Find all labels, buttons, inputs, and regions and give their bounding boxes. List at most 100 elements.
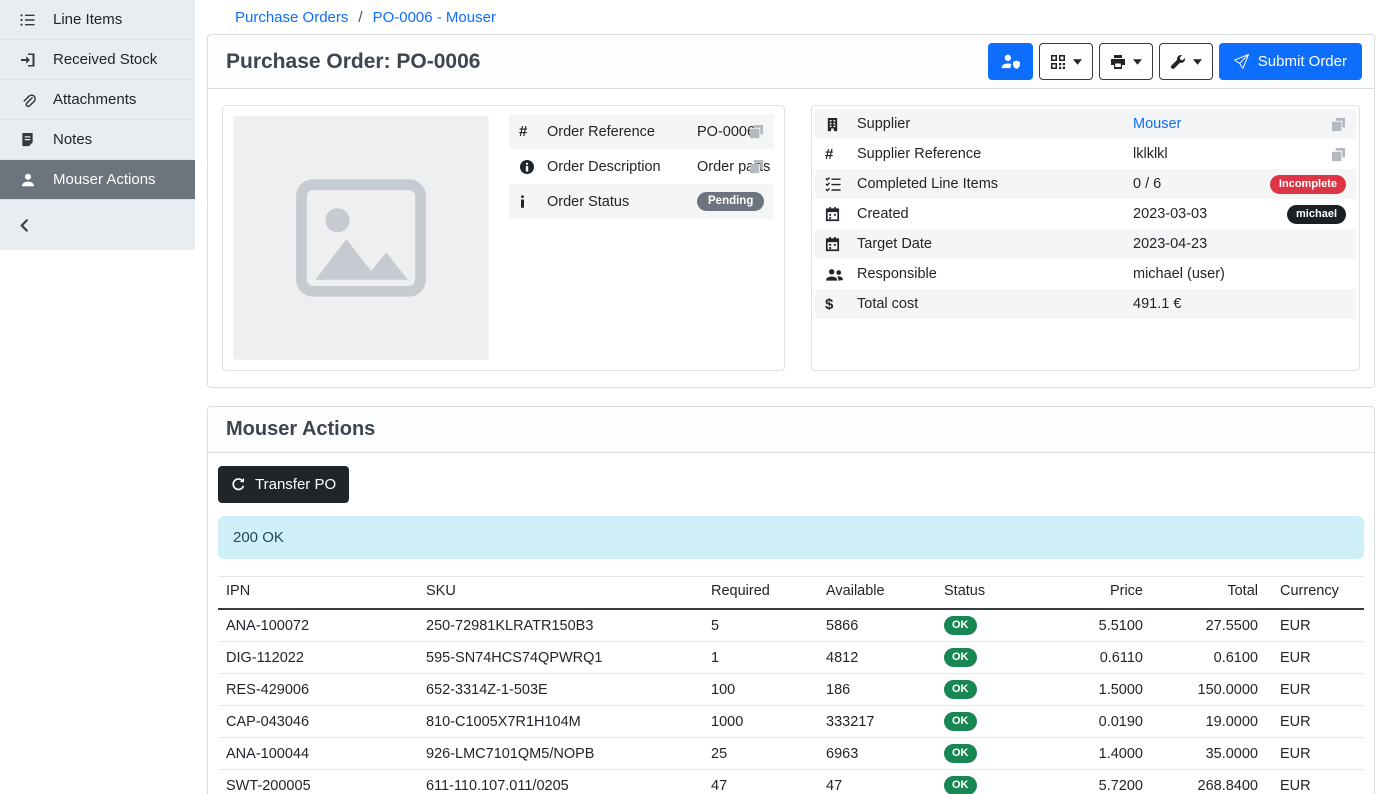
sidebar-item-label: Notes xyxy=(53,131,92,148)
cell-sku: 250-72981KLRATR150B3 xyxy=(418,609,703,642)
breadcrumb: Purchase Orders / PO-0006 - Mouser xyxy=(207,0,1375,34)
paper-plane-icon xyxy=(1234,54,1249,69)
transfer-po-button[interactable]: Transfer PO xyxy=(218,466,349,503)
purchase-order-header: Purchase Order: PO-0006 xyxy=(208,35,1374,89)
breadcrumb-current-order[interactable]: PO-0006 - Mouser xyxy=(373,9,496,26)
order-summary-table: # Order Reference PO-0006 Order Descript… xyxy=(509,114,774,219)
table-row: SWT-200005 611-110.107.011/0205 47 47 OK… xyxy=(218,770,1364,794)
detail-value: 2023-04-23 xyxy=(1133,236,1346,252)
cell-required: 100 xyxy=(703,674,818,706)
cell-status: OK xyxy=(936,674,1041,706)
mouser-actions-header: Mouser Actions xyxy=(208,407,1374,453)
incomplete-badge: Incomplete xyxy=(1270,175,1346,194)
cell-total: 150.0000 xyxy=(1151,674,1266,706)
cell-ipn: ANA-100072 xyxy=(218,609,418,642)
cell-available: 5866 xyxy=(818,609,936,642)
ok-badge: OK xyxy=(944,776,977,794)
chevron-left-icon xyxy=(17,218,32,233)
cell-currency: EUR xyxy=(1266,609,1364,642)
detail-label: Order Reference xyxy=(547,124,697,140)
sidebar-item-label: Mouser Actions xyxy=(53,171,156,188)
sidebar-collapse-button[interactable] xyxy=(0,200,195,250)
detail-row-total-cost: $ Total cost 491.1 € xyxy=(815,289,1356,319)
detail-label: Created xyxy=(857,206,1133,222)
header-available: Available xyxy=(818,577,936,610)
cell-price: 0.0190 xyxy=(1041,706,1151,738)
order-details: # Order Reference PO-0006 Order Descript… xyxy=(208,89,1374,387)
cell-ipn: ANA-100044 xyxy=(218,738,418,770)
detail-row-order-description: Order Description Order parts xyxy=(509,149,774,184)
detail-label: Supplier xyxy=(857,116,1133,132)
panel-title: Mouser Actions xyxy=(226,418,375,441)
printer-icon xyxy=(1110,54,1126,70)
cell-available: 47 xyxy=(818,770,936,794)
detail-label: Order Status xyxy=(547,194,697,210)
detail-row-supplier: Supplier Mouser xyxy=(815,109,1356,139)
cell-price: 1.5000 xyxy=(1041,674,1151,706)
ok-badge: OK xyxy=(944,616,977,635)
hash-icon: # xyxy=(825,146,857,163)
caret-down-icon xyxy=(1193,59,1202,65)
line-items-table: IPN SKU Required Available Status Price … xyxy=(218,576,1364,794)
cell-total: 35.0000 xyxy=(1151,738,1266,770)
table-header-row: IPN SKU Required Available Status Price … xyxy=(218,577,1364,610)
table-row: RES-429006 652-3314Z-1-503E 100 186 OK 1… xyxy=(218,674,1364,706)
copy-icon[interactable] xyxy=(749,124,764,139)
user-roles-button[interactable] xyxy=(988,43,1033,80)
copy-icon[interactable] xyxy=(1331,147,1346,162)
cell-available: 4812 xyxy=(818,642,936,674)
submit-order-label: Submit Order xyxy=(1258,53,1347,70)
user-icon xyxy=(20,172,38,188)
detail-value: 0 / 6 xyxy=(1133,176,1270,192)
calendar-icon xyxy=(825,237,857,252)
detail-label: Order Description xyxy=(547,159,697,175)
cell-sku: 810-C1005X7R1H104M xyxy=(418,706,703,738)
sidebar-item-label: Received Stock xyxy=(53,51,157,68)
submit-order-button[interactable]: Submit Order xyxy=(1219,43,1362,80)
main-content: Purchase Orders / PO-0006 - Mouser Purch… xyxy=(207,0,1375,794)
detail-label: Responsible xyxy=(857,266,1133,282)
transfer-po-label: Transfer PO xyxy=(255,476,336,493)
cell-currency: EUR xyxy=(1266,642,1364,674)
cell-currency: EUR xyxy=(1266,674,1364,706)
detail-row-target-date: Target Date 2023-04-23 xyxy=(815,229,1356,259)
sidebar: Line Items Received Stock Attachments No… xyxy=(0,0,195,250)
sidebar-item-attachments[interactable]: Attachments xyxy=(0,80,195,120)
list-icon xyxy=(20,12,38,28)
order-actions-button[interactable] xyxy=(1159,43,1213,80)
cell-sku: 595-SN74HCS74QPWRQ1 xyxy=(418,642,703,674)
table-row: DIG-112022 595-SN74HCS74QPWRQ1 1 4812 OK… xyxy=(218,642,1364,674)
caret-down-icon xyxy=(1133,59,1142,65)
detail-row-completed-line-items: Completed Line Items 0 / 6 Incomplete xyxy=(815,169,1356,199)
header-status: Status xyxy=(936,577,1041,610)
alert-text: 200 OK xyxy=(233,529,284,546)
sidebar-item-mouser-actions[interactable]: Mouser Actions xyxy=(0,160,195,200)
order-image-placeholder[interactable] xyxy=(233,116,489,360)
cell-available: 333217 xyxy=(818,706,936,738)
copy-icon[interactable] xyxy=(749,159,764,174)
detail-label: Target Date xyxy=(857,236,1133,252)
barcode-actions-button[interactable] xyxy=(1039,43,1093,80)
ok-badge: OK xyxy=(944,680,977,699)
sidebar-item-notes[interactable]: Notes xyxy=(0,120,195,160)
users-icon xyxy=(825,267,857,282)
supplier-link[interactable]: Mouser xyxy=(1133,116,1181,132)
mouser-actions-panel: Mouser Actions Transfer PO 200 OK IP xyxy=(207,406,1375,794)
breadcrumb-purchase-orders[interactable]: Purchase Orders xyxy=(235,9,348,26)
detail-row-responsible: Responsible michael (user) xyxy=(815,259,1356,289)
ok-badge: OK xyxy=(944,648,977,667)
cell-total: 27.5500 xyxy=(1151,609,1266,642)
page-title: Purchase Order: PO-0006 xyxy=(226,50,480,74)
sidebar-item-received-stock[interactable]: Received Stock xyxy=(0,40,195,80)
cell-status: OK xyxy=(936,609,1041,642)
cell-total: 0.6100 xyxy=(1151,642,1266,674)
detail-label: Completed Line Items xyxy=(857,176,1133,192)
cell-currency: EUR xyxy=(1266,738,1364,770)
table-row: ANA-100044 926-LMC7101QM5/NOPB 25 6963 O… xyxy=(218,738,1364,770)
detail-value: Pending xyxy=(697,192,764,212)
copy-icon[interactable] xyxy=(1331,117,1346,132)
cell-price: 5.7200 xyxy=(1041,770,1151,794)
detail-value: michael (user) xyxy=(1133,266,1346,282)
sidebar-item-line-items[interactable]: Line Items xyxy=(0,0,195,40)
print-actions-button[interactable] xyxy=(1099,43,1153,80)
